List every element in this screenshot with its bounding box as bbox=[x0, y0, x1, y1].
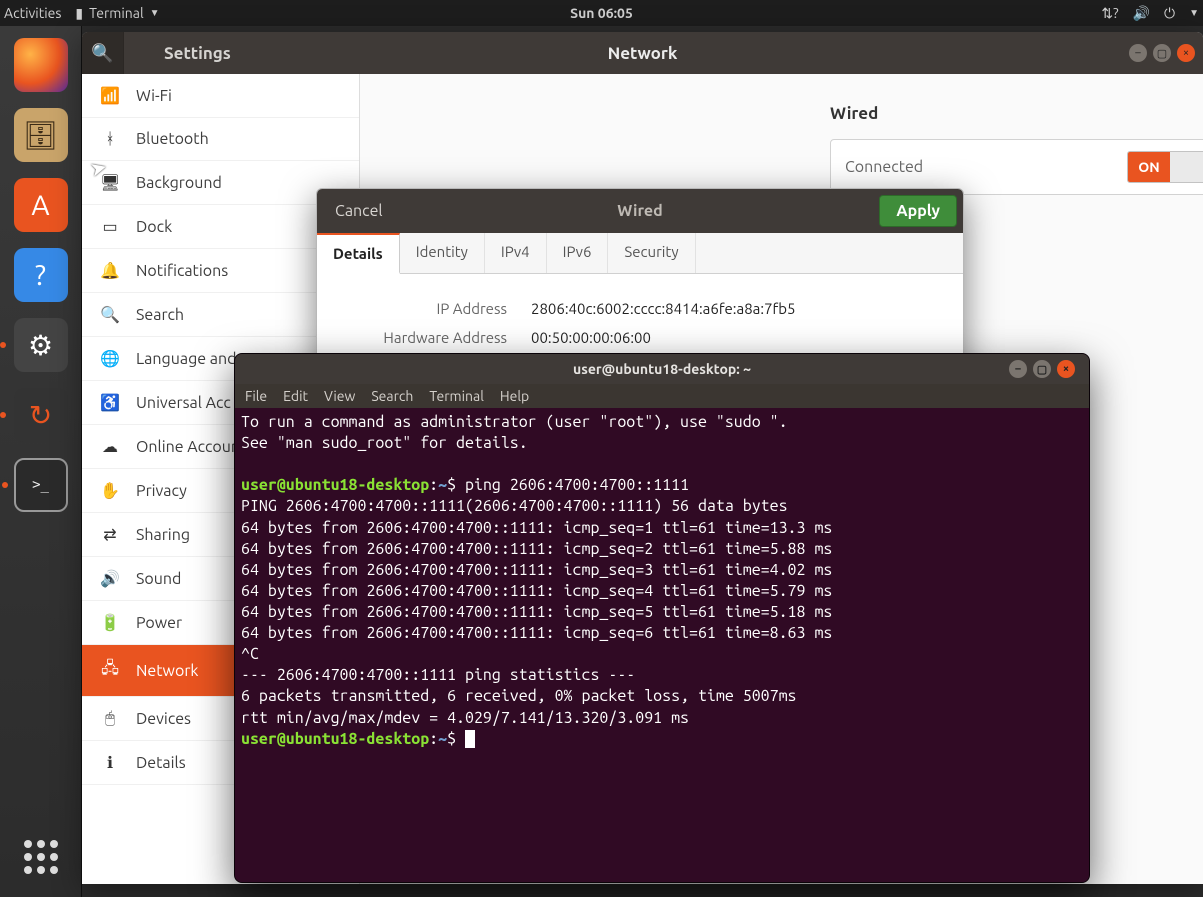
power-icon: 🔋 bbox=[100, 613, 120, 632]
activities-button[interactable]: Activities bbox=[4, 5, 61, 21]
wired-dialog-tabs: DetailsIdentityIPv4IPv6Security bbox=[317, 233, 963, 274]
wired-cancel-button[interactable]: Cancel bbox=[317, 189, 401, 233]
wifi-icon: 📶 bbox=[100, 86, 120, 105]
sidebar-item-label: Background bbox=[136, 174, 222, 192]
bluetooth-icon: ᚼ bbox=[100, 130, 120, 148]
wired-tab-security[interactable]: Security bbox=[608, 233, 695, 273]
network-icon: 🖧 bbox=[100, 657, 120, 684]
terminal-minimize-button[interactable]: – bbox=[1009, 360, 1027, 378]
toggle-off-side bbox=[1170, 152, 1203, 182]
gnome-top-bar: Activities ▮ Terminal ▼ Sun 06:05 ⇅? 🔊 ⏻… bbox=[0, 0, 1203, 26]
chevron-down-icon: ▼ bbox=[150, 7, 160, 19]
terminal-menu-help[interactable]: Help bbox=[500, 388, 529, 404]
toggle-on-label: ON bbox=[1128, 152, 1170, 182]
terminal-window: user@ubuntu18-desktop: ~ – ▢ × File Edit V… bbox=[234, 353, 1090, 883]
sidebar-item-label: Power bbox=[136, 614, 182, 632]
sidebar-item-label: Wi-Fi bbox=[136, 87, 172, 105]
firefox-launcher[interactable] bbox=[14, 38, 68, 92]
settings-titlebar: 🔍 Settings Network – ▢ × bbox=[82, 32, 1203, 74]
settings-heading: Settings bbox=[164, 44, 231, 63]
sidebar-item-bluetooth[interactable]: ᚼ Bluetooth bbox=[82, 118, 359, 161]
sidebar-item-label: Sharing bbox=[136, 526, 190, 544]
network-status-icon[interactable]: ⇅? bbox=[1101, 5, 1118, 22]
settings-close-button[interactable]: × bbox=[1177, 44, 1195, 62]
sidebar-item-label: Universal Acc bbox=[136, 394, 231, 412]
share-icon: ⇄ bbox=[100, 525, 120, 544]
sidebar-item-label: Bluetooth bbox=[136, 130, 209, 148]
show-applications-button[interactable] bbox=[21, 837, 61, 877]
wired-field-label: Hardware Address bbox=[347, 329, 507, 346]
terminal-indicator-icon: ▮ bbox=[75, 5, 83, 22]
sidebar-item-label: Details bbox=[136, 754, 186, 772]
wired-dialog-header: Cancel Wired Apply bbox=[317, 189, 963, 233]
sidebar-item-label: Network bbox=[136, 662, 198, 680]
terminal-menu-search[interactable]: Search bbox=[371, 388, 413, 404]
power-icon[interactable]: ⏻ bbox=[1164, 5, 1175, 22]
settings-launcher[interactable]: ⚙ bbox=[14, 318, 68, 372]
wired-tab-ipv6[interactable]: IPv6 bbox=[547, 233, 609, 273]
terminal-menu-edit[interactable]: Edit bbox=[283, 388, 308, 404]
sidebar-item-label: Sound bbox=[136, 570, 181, 588]
wired-tab-ipv4[interactable]: IPv4 bbox=[485, 233, 547, 273]
search-icon: 🔍 bbox=[100, 305, 120, 324]
app-menu-label: Terminal bbox=[89, 5, 144, 21]
wired-field-row: IP Address 2806:40c:6002:cccc:8414:a6fe:a… bbox=[347, 294, 933, 323]
sidebar-item-label: Language and bbox=[136, 350, 237, 368]
wired-status-label: Connected bbox=[845, 158, 923, 176]
software-center-launcher[interactable]: A bbox=[14, 178, 68, 232]
settings-search-button[interactable]: 🔍 bbox=[82, 32, 124, 74]
app-menu[interactable]: ▮ Terminal ▼ bbox=[75, 5, 159, 22]
terminal-title-text: user@ubuntu18-desktop: ~ bbox=[573, 361, 751, 377]
wired-field-value: 2806:40c:6002:cccc:8414:a6fe:a8a:7fb5 bbox=[531, 300, 795, 317]
wired-section-title: Wired bbox=[830, 104, 1203, 123]
universal-icon: ♿ bbox=[100, 393, 120, 412]
wired-apply-button[interactable]: Apply bbox=[879, 195, 957, 227]
cloud-icon: ☁ bbox=[100, 437, 120, 456]
sidebar-item-label: Search bbox=[136, 306, 184, 324]
terminal-close-button[interactable]: × bbox=[1057, 360, 1075, 378]
sidebar-item-wi-fi[interactable]: 📶 Wi-Fi bbox=[82, 74, 359, 118]
terminal-menubar: File Edit View Search Terminal Help bbox=[235, 384, 1089, 408]
globe-icon: 🌐 bbox=[100, 349, 120, 368]
ubuntu-dock: 🗄 A ? ⚙ ↻ >_ bbox=[0, 26, 82, 897]
devices-icon: 🖱 bbox=[100, 709, 120, 728]
wired-tab-identity[interactable]: Identity bbox=[400, 233, 485, 273]
system-menu-chevron-icon[interactable]: ▼ bbox=[1189, 7, 1199, 19]
settings-minimize-button[interactable]: – bbox=[1129, 44, 1147, 62]
bell-icon: 🔔 bbox=[100, 261, 120, 280]
sidebar-item-label: Online Accoun bbox=[136, 438, 240, 456]
wired-field-row: Hardware Address 00:50:00:00:06:00 bbox=[347, 323, 933, 352]
wired-tab-details[interactable]: Details bbox=[317, 233, 400, 274]
help-launcher[interactable]: ? bbox=[14, 248, 68, 302]
terminal-launcher[interactable]: >_ bbox=[14, 458, 68, 512]
wired-field-label: IP Address bbox=[347, 300, 507, 317]
wired-field-value: 00:50:00:00:06:00 bbox=[531, 329, 651, 346]
sidebar-item-label: Dock bbox=[136, 218, 172, 236]
software-updater-launcher[interactable]: ↻ bbox=[14, 388, 68, 442]
terminal-maximize-button[interactable]: ▢ bbox=[1033, 360, 1051, 378]
wired-dialog-title: Wired bbox=[617, 202, 662, 220]
volume-icon[interactable]: 🔊 bbox=[1133, 5, 1150, 22]
files-launcher[interactable]: 🗄 bbox=[14, 108, 68, 162]
privacy-icon: ✋ bbox=[100, 481, 120, 500]
sidebar-item-label: Devices bbox=[136, 710, 191, 728]
search-icon: 🔍 bbox=[91, 43, 113, 64]
terminal-output[interactable]: To run a command as administrator (user … bbox=[235, 408, 1089, 882]
wired-toggle[interactable]: ON bbox=[1127, 151, 1203, 183]
desktop-icon: 🖥 bbox=[100, 173, 120, 192]
terminal-menu-view[interactable]: View bbox=[324, 388, 355, 404]
settings-maximize-button[interactable]: ▢ bbox=[1153, 44, 1171, 62]
settings-panel-title: Network bbox=[608, 44, 678, 63]
terminal-menu-terminal[interactable]: Terminal bbox=[429, 388, 484, 404]
wired-connection-row[interactable]: Connected ON ⚙ bbox=[830, 139, 1203, 195]
dock-icon: ▭ bbox=[100, 217, 120, 236]
terminal-titlebar[interactable]: user@ubuntu18-desktop: ~ – ▢ × bbox=[235, 354, 1089, 384]
terminal-menu-file[interactable]: File bbox=[245, 388, 267, 404]
sound-icon: 🔊 bbox=[100, 569, 120, 588]
sidebar-item-label: Notifications bbox=[136, 262, 228, 280]
sidebar-item-label: Privacy bbox=[136, 482, 187, 500]
clock[interactable]: Sun 06:05 bbox=[570, 5, 633, 21]
info-icon: ℹ bbox=[100, 753, 120, 772]
